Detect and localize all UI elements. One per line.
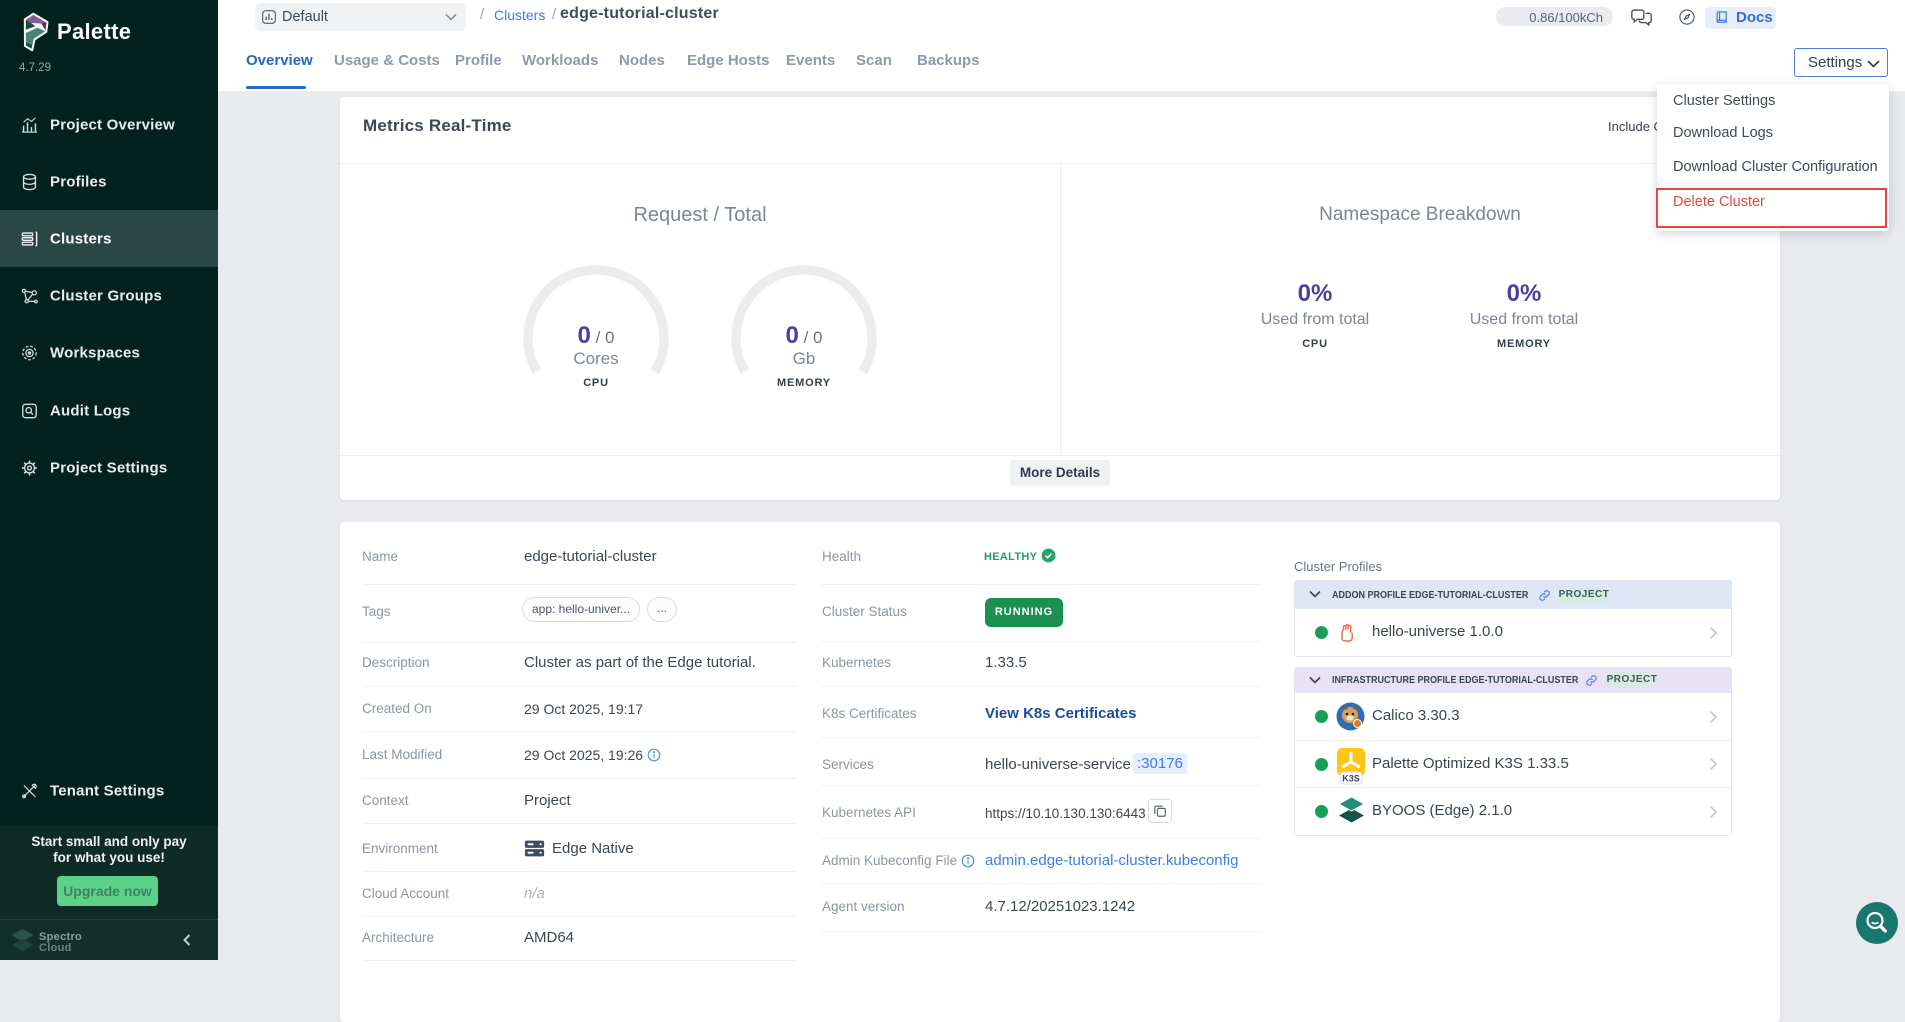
svg-text:K3S: K3S bbox=[1342, 774, 1360, 784]
